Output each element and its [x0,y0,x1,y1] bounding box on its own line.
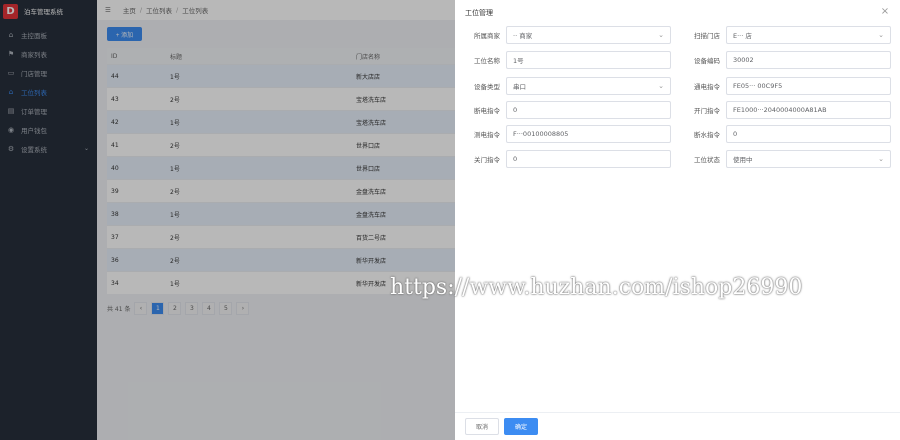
merchant-row: 所属商家 ·· 商家 ⌄ [466,26,671,44]
name-row: 工位名称 1号 [466,51,671,69]
water-label: 断水指令 [694,131,720,139]
name-input[interactable]: 1号 [506,51,671,69]
chevron-down-icon: ⌄ [878,155,884,163]
chevron-down-icon: ⌄ [878,31,884,39]
type-label: 设备类型 [474,83,500,91]
water-value: 0 [733,130,738,138]
poweron-row: 通电指令 FE05··· 00C9F5 [686,77,891,95]
poweron-input[interactable]: FE05··· 00C9F5 [726,77,891,95]
merchant-select[interactable]: ·· 商家 ⌄ [506,26,671,44]
type-row: 设备类型 串口 ⌄ [466,77,671,95]
code-label: 设备编码 [694,57,720,65]
cancel-button[interactable]: 取消 [465,418,499,435]
store-label: 扫描门店 [694,32,720,40]
status-row: 工位状态 使用中 ⌄ [686,150,891,168]
code-input[interactable]: 30002 [726,51,891,69]
poweron-value: FE05··· 00C9F5 [733,82,783,90]
chevron-down-icon: ⌄ [658,31,664,39]
store-row: 扫描门店 E··· 店 ⌄ [686,26,891,44]
test-input[interactable]: F···00100008805 [506,125,671,143]
water-input[interactable]: 0 [726,125,891,143]
water-row: 断水指令 0 [686,125,891,143]
watermark: https://www.huzhan.com/ishop26990 [390,275,803,300]
close-label: 关门指令 [474,156,500,164]
poweroff-input[interactable]: 0 [506,101,671,119]
drawer-footer: 取消 确定 [455,412,900,440]
open-label: 开门指令 [694,107,720,115]
name-label: 工位名称 [474,57,500,65]
test-label: 测电指令 [474,131,500,139]
store-value: E··· 店 [733,32,752,40]
open-input[interactable]: FE1000···2040004000A81AB [726,101,891,119]
close-value: 0 [513,155,518,163]
poweroff-row: 断电指令 0 [466,101,671,119]
open-row: 开门指令 FE1000···2040004000A81AB [686,101,891,119]
ok-button[interactable]: 确定 [504,418,538,435]
app-root: D 泊车管理系统 ⌂ 主控面板 ⚑ 商家列表 ▭ 门店管理 ⌂ 工位列表 ▤ 订单管理 ◉… [0,0,900,440]
test-row: 测电指令 F···00100008805 [466,125,671,143]
merchant-value: ·· 商家 [513,32,533,40]
status-label: 工位状态 [694,156,720,164]
station-edit-drawer: 工位管理 × 所属商家 ·· 商家 ⌄ 扫描门店 E··· 店 ⌄ 工位名称 1号 … [455,0,900,440]
poweroff-value: 0 [513,106,518,114]
name-value: 1号 [513,57,524,65]
modal-backdrop[interactable] [0,0,455,440]
close-icon[interactable]: × [880,7,890,17]
store-select[interactable]: E··· 店 ⌄ [726,26,891,44]
type-value: 串口 [513,83,526,91]
code-value: 30002 [733,56,754,64]
chevron-down-icon: ⌄ [658,82,664,90]
close-row: 关门指令 0 [466,150,671,168]
code-row: 设备编码 30002 [686,51,891,69]
open-value: FE1000···2040004000A81AB [733,106,827,114]
merchant-label: 所属商家 [474,32,500,40]
close-input[interactable]: 0 [506,150,671,168]
status-select[interactable]: 使用中 ⌄ [726,150,891,168]
poweroff-label: 断电指令 [474,107,500,115]
test-value: F···00100008805 [513,130,569,138]
type-select[interactable]: 串口 ⌄ [506,77,671,95]
poweron-label: 通电指令 [694,83,720,91]
drawer-title: 工位管理 [465,9,493,17]
status-value: 使用中 [733,156,753,164]
